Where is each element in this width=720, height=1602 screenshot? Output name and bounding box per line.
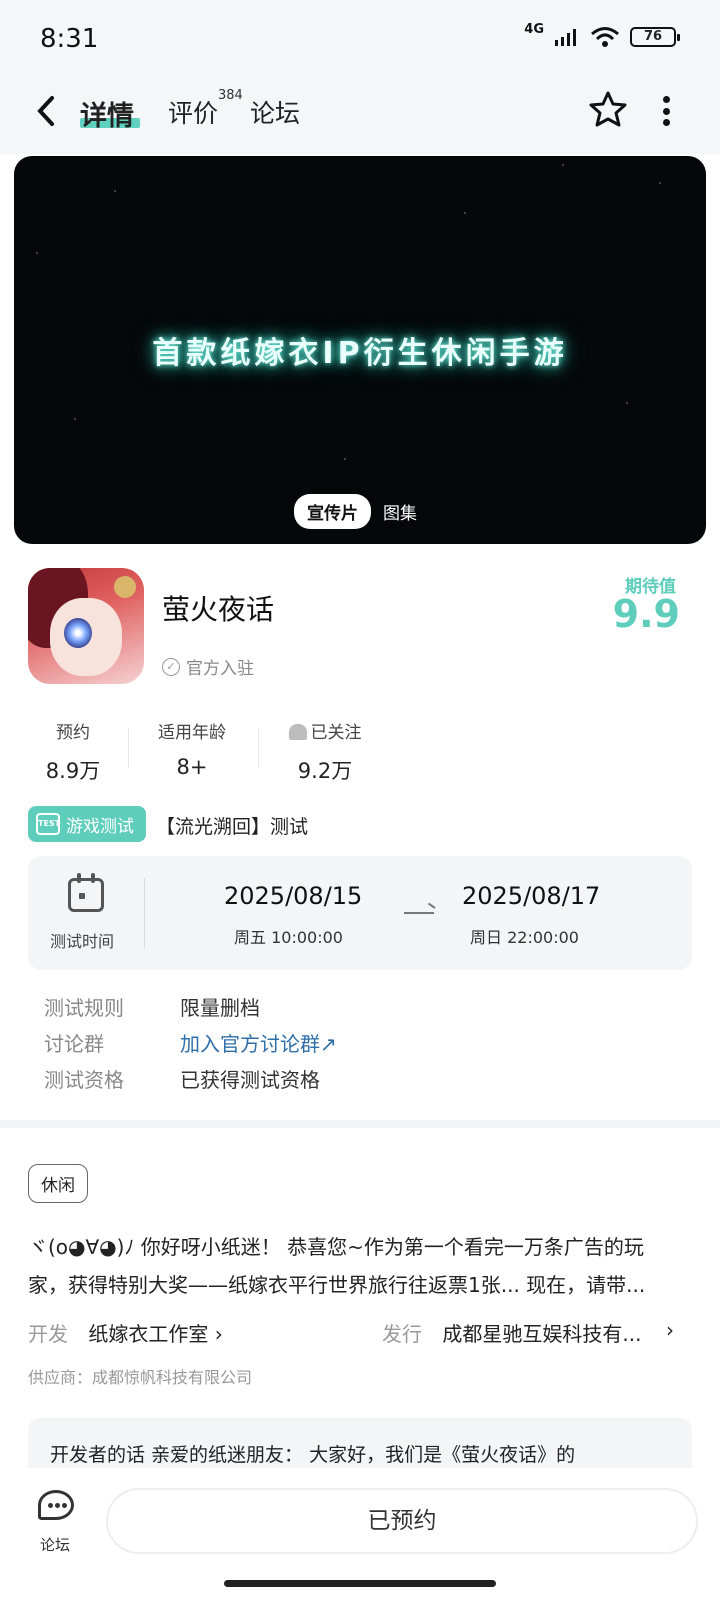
test-icon: TEST — [36, 813, 60, 835]
bottom-action-bar: 论坛 已预约 — [0, 1468, 720, 1602]
more-options-button[interactable] — [662, 96, 670, 126]
test-end-date: 2025/08/17 — [462, 882, 601, 910]
reserved-button[interactable]: 已预约 — [106, 1488, 698, 1554]
test-start-time: 周五 10:00:00 — [234, 928, 343, 947]
game-description[interactable]: ヾ(o◕∀◕)ﾉ 你好呀小纸迷！ 恭喜您~作为第一个看完一万条广告的玩 家，获得… — [28, 1228, 692, 1304]
check-circle-icon: ✓ — [162, 657, 180, 676]
heart-icon — [288, 724, 307, 740]
battery-icon: 76 — [630, 27, 680, 47]
reviews-count-badge: 384 — [218, 88, 243, 103]
test-qualification-value: 已获得测试资格 — [180, 1068, 320, 1092]
chevron-right-icon: › — [666, 1318, 674, 1342]
chevron-left-icon — [37, 96, 54, 126]
discussion-group-key: 讨论群 — [44, 1032, 104, 1056]
status-time: 8:31 — [40, 24, 99, 54]
status-bar: 8:31 4G 76 — [0, 0, 720, 80]
media-tab-gallery[interactable]: 图集 — [383, 499, 417, 524]
official-label: 官方入驻 — [186, 659, 254, 679]
test-time-label: 测试时间 — [50, 932, 115, 951]
tab-reviews[interactable]: 评价 — [168, 94, 218, 130]
status-icons: 4G 76 — [524, 22, 680, 48]
game-icon — [28, 568, 144, 684]
test-title: 【流光溯回】测试 — [156, 816, 309, 838]
network-type: 4G — [524, 21, 544, 37]
game-test-badge: TEST 游戏测试 — [28, 806, 146, 842]
supplier-info: 供应商：成都惊帆科技有限公司 — [28, 1368, 253, 1387]
test-end-time: 周日 22:00:00 — [470, 928, 579, 947]
stat-reservations: 预约 8.9万 — [45, 723, 101, 783]
calendar-icon — [68, 873, 104, 912]
tab-details[interactable]: 详情 — [80, 94, 134, 133]
test-start-date: 2025/08/15 — [224, 882, 363, 910]
stat-age-rating: 适用年龄 8+ — [158, 723, 226, 779]
test-rule-value: 限量删档 — [180, 996, 260, 1020]
stat-divider — [258, 728, 259, 768]
favorite-button[interactable] — [588, 90, 628, 130]
publisher-row[interactable]: 发行 成都星驰互娱科技有... › — [382, 1318, 692, 1347]
section-divider — [0, 1120, 720, 1128]
stat-followers[interactable]: 已关注 9.2万 — [282, 718, 368, 785]
test-qualification-key: 测试资格 — [44, 1068, 124, 1092]
forum-label[interactable]: 论坛 — [40, 1534, 70, 1555]
genre-tag[interactable]: 休闲 — [28, 1164, 88, 1203]
developer-row[interactable]: 开发 纸嫁衣工作室 › — [28, 1318, 223, 1347]
join-group-link[interactable]: 加入官方讨论群↗ — [180, 1028, 337, 1057]
banner-title: 首款纸嫁衣IP衍生休闲手游 — [152, 336, 568, 371]
forum-icon[interactable] — [38, 1490, 74, 1520]
tab-forum[interactable]: 论坛 — [250, 94, 300, 130]
test-rule-key: 测试规则 — [44, 996, 124, 1020]
expectation-score: 9.9 — [612, 592, 680, 636]
test-time-card: 测试时间 2025/08/15 周五 10:00:00 2025/08/17 周… — [28, 856, 692, 970]
arrow-right-icon — [404, 912, 434, 914]
signal-icon — [555, 29, 576, 46]
wifi-icon — [591, 27, 619, 47]
promo-video-banner[interactable]: 首款纸嫁衣IP衍生休闲手游 宣传片 图集 — [14, 156, 706, 544]
top-nav: 详情 评价 384 论坛 — [0, 80, 720, 154]
media-tab-video[interactable]: 宣传片 — [294, 494, 371, 529]
media-tabs: 宣传片 图集 — [294, 494, 417, 529]
stat-divider — [128, 728, 129, 768]
star-icon — [589, 91, 627, 127]
official-badge: ✓ 官方入驻 — [162, 654, 254, 679]
back-button[interactable] — [34, 94, 58, 137]
home-indicator — [224, 1580, 496, 1587]
game-title: 萤火夜话 — [162, 593, 275, 626]
